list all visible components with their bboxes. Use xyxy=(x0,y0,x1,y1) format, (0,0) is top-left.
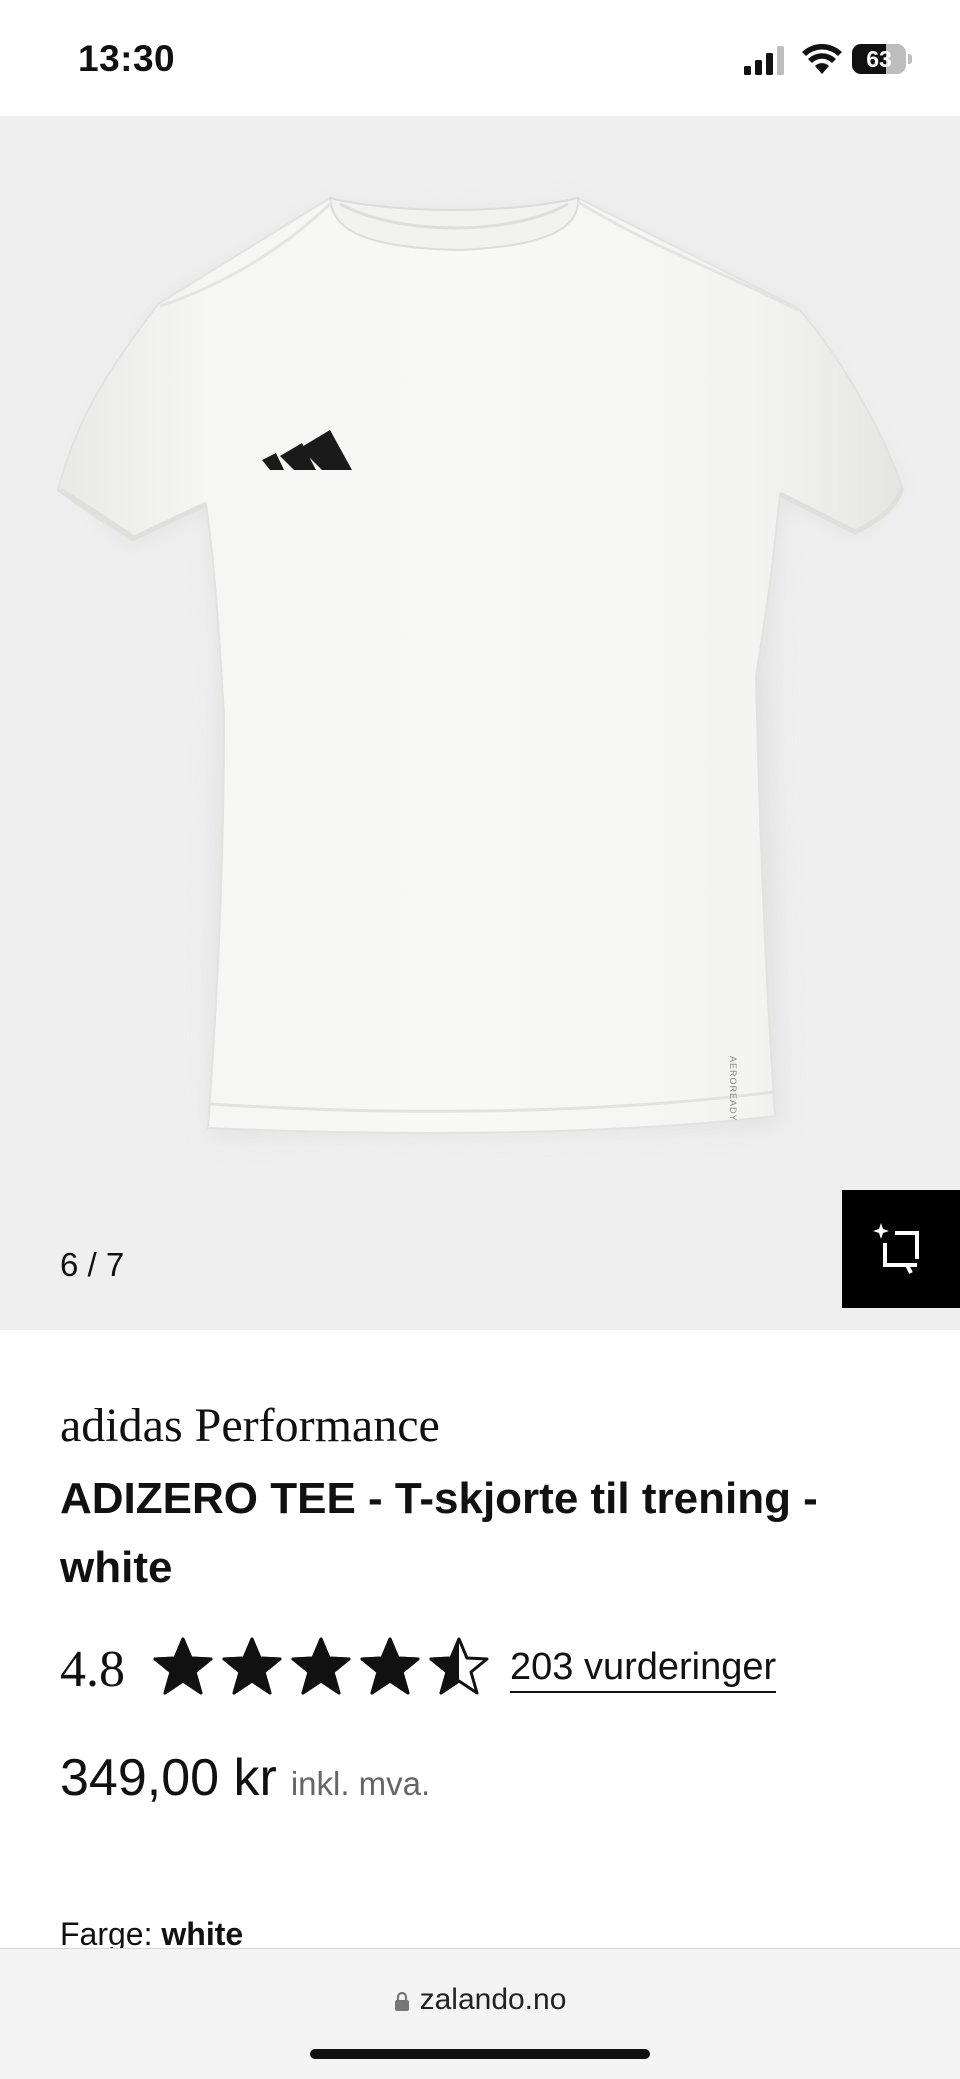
sparkle-crop-icon xyxy=(873,1223,919,1274)
cellular-signal-icon xyxy=(744,46,784,75)
lock-icon xyxy=(394,1991,409,2011)
product-title: ADIZERO TEE - T-skjorte til trening - wh… xyxy=(60,1474,818,1592)
status-bar: 13:30 63 xyxy=(0,0,960,116)
browser-address-bar[interactable]: zalando.no xyxy=(0,1948,960,2079)
star-half-icon xyxy=(429,1637,489,1695)
price: 349,00 kr xyxy=(60,1749,277,1807)
star-rating xyxy=(152,1636,497,1706)
product-gallery[interactable]: AEROREADY 6 / 7 xyxy=(0,116,960,1330)
image-counter: 6 / 7 xyxy=(60,1246,125,1283)
ai-visual-search-button[interactable] xyxy=(842,1190,960,1308)
svg-text:AEROREADY: AEROREADY xyxy=(728,1056,738,1122)
vat-note: inkl. mva. xyxy=(290,1765,431,1802)
url-display[interactable]: zalando.no xyxy=(0,1983,960,2017)
home-indicator[interactable] xyxy=(310,2049,650,2059)
product-image[interactable]: AEROREADY xyxy=(40,156,920,1236)
price-row: 349,00 kr inkl. mva. xyxy=(60,1748,430,1808)
battery-icon: 63 xyxy=(852,44,912,74)
url-text: zalando.no xyxy=(419,1983,567,2016)
rating-value: 4.8 xyxy=(60,1641,125,1698)
rating-row: 4.8 203 vurderinger xyxy=(60,1636,920,1706)
star-full-icon xyxy=(153,1637,213,1695)
star-full-icon xyxy=(222,1637,282,1695)
wifi-icon xyxy=(802,44,842,74)
status-time: 13:30 xyxy=(78,38,176,79)
color-label: Farge: xyxy=(60,1916,153,1952)
reviews-link[interactable]: 203 vurderinger xyxy=(510,1646,777,1693)
battery-percent: 63 xyxy=(866,46,892,72)
star-full-icon xyxy=(360,1637,420,1695)
color-value: white xyxy=(161,1916,244,1952)
brand-name[interactable]: adidas Performance xyxy=(60,1398,440,1453)
star-full-icon xyxy=(291,1637,351,1695)
